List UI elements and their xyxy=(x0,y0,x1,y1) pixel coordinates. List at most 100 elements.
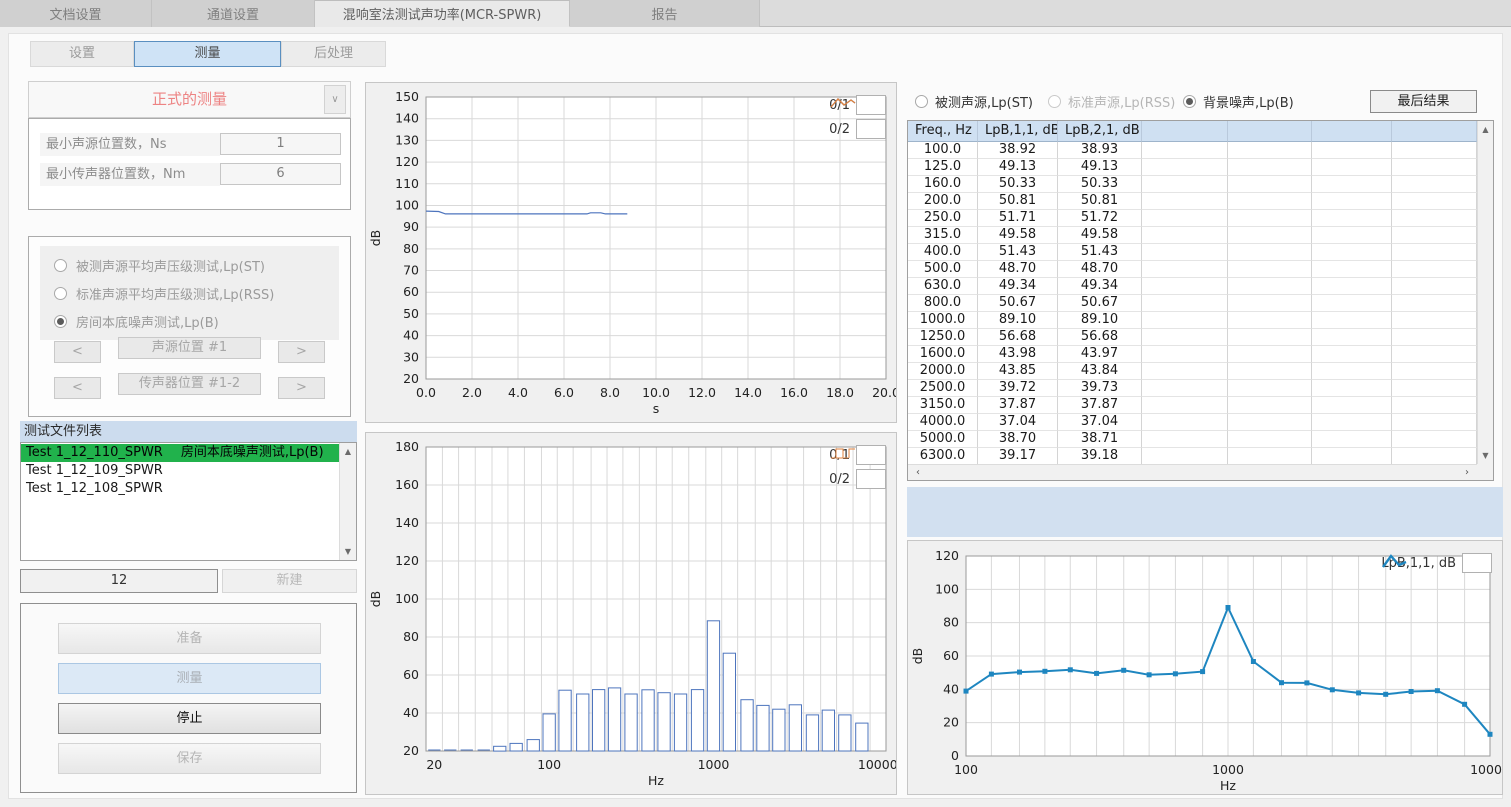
table-cell: 89.10 xyxy=(978,312,1058,329)
test-type-radio-0[interactable]: 被测声源平均声压级测试,Lp(ST) xyxy=(40,251,339,279)
sub-tab-0[interactable]: 设置 xyxy=(30,41,134,67)
top-tab-0[interactable]: 文档设置 xyxy=(0,0,152,27)
table-cell: 49.13 xyxy=(978,159,1058,176)
file-listbox[interactable]: Test 1_12_110_SPWR房间本底噪声测试,Lp(B)Test 1_1… xyxy=(20,442,357,561)
radio-label: 被测声源,Lp(ST) xyxy=(935,92,1033,111)
action-button-group: 准备测量停止保存 xyxy=(20,603,357,793)
position-label-button[interactable]: 声源位置 #1 xyxy=(118,337,261,359)
svg-text:14.0: 14.0 xyxy=(734,385,762,400)
position-label-button[interactable]: 传声器位置 #1-2 xyxy=(118,373,261,395)
top-tab-2[interactable]: 混响室法测试声功率(MCR-SPWR) xyxy=(315,0,570,27)
table-row[interactable]: 100.038.9238.93 xyxy=(908,142,1493,159)
list-item[interactable]: Test 1_12_109_SPWR xyxy=(21,462,339,480)
prev-button[interactable]: < xyxy=(54,377,101,399)
table-hscrollbar[interactable]: ‹ › xyxy=(908,464,1477,480)
action-button-3[interactable]: 保存 xyxy=(58,743,321,774)
table-cell xyxy=(1142,193,1228,210)
table-cell: 37.04 xyxy=(1058,414,1142,431)
table-cell xyxy=(1312,244,1392,261)
list-item[interactable]: Test 1_12_110_SPWR 房间本底噪声测试,Lp(B) xyxy=(21,444,339,462)
column-header[interactable] xyxy=(1312,121,1392,142)
table-cell: 160.0 xyxy=(908,176,978,193)
column-header[interactable]: LpB,1,1, dB xyxy=(978,121,1058,142)
svg-text:Hz: Hz xyxy=(648,773,664,788)
scrollbar-corner xyxy=(1477,464,1493,480)
table-row[interactable]: 630.049.3449.34 xyxy=(908,278,1493,295)
column-header[interactable] xyxy=(1142,121,1228,142)
source-radio-1[interactable]: 标准声源,Lp(RSS) xyxy=(1048,92,1175,110)
file-list-scrollbar[interactable]: ▲ ▼ xyxy=(339,443,356,560)
top-tab-3[interactable]: 报告 xyxy=(570,0,760,27)
column-header[interactable]: LpB,2,1, dB xyxy=(1058,121,1142,142)
prev-button[interactable]: < xyxy=(54,341,101,363)
table-row[interactable]: 1600.043.9843.97 xyxy=(908,346,1493,363)
action-button-1[interactable]: 测量 xyxy=(58,663,321,694)
legend-icon-box xyxy=(856,95,886,115)
action-button-2[interactable]: 停止 xyxy=(58,703,321,734)
param-ns-field[interactable]: 1 xyxy=(220,133,341,155)
legend-entry[interactable]: 0/2 xyxy=(829,469,886,489)
column-header[interactable] xyxy=(1228,121,1312,142)
measurement-mode-dropdown[interactable]: 正式的测量 xyxy=(28,81,351,118)
table-row[interactable]: 6300.039.1739.18 xyxy=(908,448,1493,465)
source-radio-2[interactable]: 背景噪声,Lp(B) xyxy=(1183,92,1294,110)
table-row[interactable]: 2500.039.7239.73 xyxy=(908,380,1493,397)
table-row[interactable]: 1000.089.1089.10 xyxy=(908,312,1493,329)
test-type-radio-1[interactable]: 标准声源平均声压级测试,Lp(RSS) xyxy=(40,279,339,307)
table-row[interactable]: 400.051.4351.43 xyxy=(908,244,1493,261)
chevron-down-icon[interactable] xyxy=(324,85,346,114)
svg-text:18.0: 18.0 xyxy=(826,385,854,400)
top-tab-1[interactable]: 通道设置 xyxy=(152,0,315,27)
table-cell xyxy=(1228,210,1312,227)
file-tag: 房间本底噪声测试,Lp(B) xyxy=(181,445,324,460)
table-cell xyxy=(1142,329,1228,346)
column-header[interactable]: Freq., Hz xyxy=(908,121,978,142)
table-row[interactable]: 250.051.7151.72 xyxy=(908,210,1493,227)
svg-text:8.0: 8.0 xyxy=(600,385,620,400)
test-type-radio-2[interactable]: 房间本底噪声测试,Lp(B) xyxy=(40,307,339,335)
table-row[interactable]: 125.049.1349.13 xyxy=(908,159,1493,176)
scroll-left-icon[interactable]: ‹ xyxy=(910,465,926,480)
scroll-right-icon[interactable]: › xyxy=(1459,465,1475,480)
legend-icon-box xyxy=(856,469,886,489)
table-row[interactable]: 5000.038.7038.71 xyxy=(908,431,1493,448)
table-row[interactable]: 2000.043.8543.84 xyxy=(908,363,1493,380)
scroll-down-icon[interactable]: ▼ xyxy=(340,544,356,559)
legend-entry[interactable]: 0/2 xyxy=(829,119,886,139)
sub-tab-1[interactable]: 测量 xyxy=(134,41,281,67)
svg-text:s: s xyxy=(653,401,660,416)
table-row[interactable]: 315.049.5849.58 xyxy=(908,227,1493,244)
table-row[interactable]: 3150.037.8737.87 xyxy=(908,397,1493,414)
column-header[interactable] xyxy=(1392,121,1477,142)
new-test-button[interactable]: 新建 xyxy=(222,569,357,593)
next-button[interactable]: > xyxy=(278,377,325,399)
legend-entry[interactable]: LpB,1,1, dB xyxy=(1381,553,1492,573)
table-row[interactable]: 4000.037.0437.04 xyxy=(908,414,1493,431)
table-cell: 51.72 xyxy=(1058,210,1142,227)
table-row[interactable]: 500.048.7048.70 xyxy=(908,261,1493,278)
scroll-up-icon[interactable]: ▲ xyxy=(340,444,356,459)
bar-series-icon xyxy=(829,445,857,462)
final-result-button[interactable]: 最后结果 xyxy=(1370,90,1477,113)
param-nm-field[interactable]: 6 xyxy=(220,163,341,185)
file-count-field[interactable]: 12 xyxy=(20,569,218,593)
table-vscrollbar[interactable]: ▲ ▼ xyxy=(1477,121,1493,464)
table-row[interactable]: 1250.056.6856.68 xyxy=(908,329,1493,346)
table-row[interactable]: 200.050.8150.81 xyxy=(908,193,1493,210)
svg-text:80: 80 xyxy=(943,615,959,630)
table-row[interactable]: 160.050.3350.33 xyxy=(908,176,1493,193)
action-button-0[interactable]: 准备 xyxy=(58,623,321,654)
list-item[interactable]: Test 1_12_108_SPWR xyxy=(21,480,339,498)
scroll-down-icon[interactable]: ▼ xyxy=(1478,448,1493,463)
scroll-up-icon[interactable]: ▲ xyxy=(1478,122,1493,137)
sub-tab-2[interactable]: 后处理 xyxy=(281,41,386,67)
table-cell xyxy=(1228,193,1312,210)
table-cell: 315.0 xyxy=(908,227,978,244)
svg-text:0.0: 0.0 xyxy=(416,385,436,400)
source-radio-0[interactable]: 被测声源,Lp(ST) xyxy=(915,92,1033,110)
table-cell xyxy=(1312,329,1392,346)
svg-text:16.0: 16.0 xyxy=(780,385,808,400)
next-button[interactable]: > xyxy=(278,341,325,363)
file-name: Test 1_12_110_SPWR xyxy=(26,445,163,460)
table-row[interactable]: 800.050.6750.67 xyxy=(908,295,1493,312)
